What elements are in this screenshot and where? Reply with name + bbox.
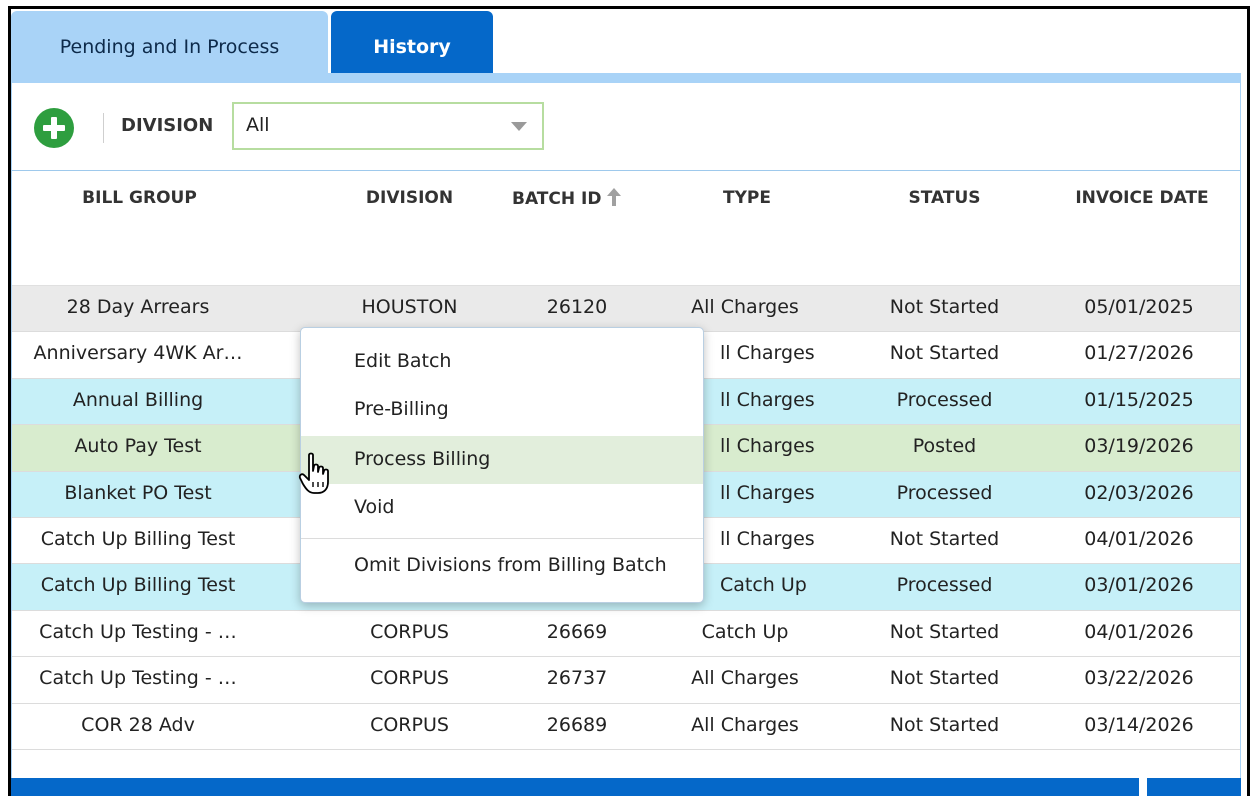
- column-header-status[interactable]: STATUS: [897, 188, 992, 208]
- cell-bill-group: 28 Day Arrears: [66, 296, 210, 318]
- cell-batch-id: 26689: [546, 713, 608, 736]
- menu-divider: [301, 538, 703, 539]
- division-select[interactable]: All: [232, 102, 544, 150]
- cell-batch-id: 26669: [546, 620, 608, 643]
- plus-circle-icon: [34, 108, 74, 148]
- cell-invoice-date: 02/03/2026: [1084, 481, 1194, 504]
- sort-ascending-icon: [607, 188, 622, 211]
- context-menu: Edit Batch Pre-Billing Process Billing V…: [300, 327, 704, 603]
- cell-bill-group: Catch Up Testing - …: [39, 667, 237, 690]
- cell-division: CORPUS: [370, 713, 449, 736]
- cell-type: All Charges: [691, 296, 799, 318]
- cell-division: HOUSTON: [361, 296, 458, 318]
- cell-bill-group: Auto Pay Test: [74, 435, 202, 458]
- cell-invoice-date: 03/19/2026: [1084, 435, 1194, 458]
- cell-bill-group: Annual Billing: [72, 388, 204, 411]
- cell-status: Not Started: [889, 620, 1000, 643]
- cell-invoice-date: 04/01/2026: [1084, 527, 1194, 550]
- tab-underline: [11, 73, 1241, 83]
- cell-invoice-date: 01/27/2026: [1084, 342, 1194, 365]
- cell-status: Posted: [912, 435, 977, 458]
- table-row[interactable]: Catch Up Testing - … CORPUS 26669 Catch Up N…: [12, 610, 1240, 658]
- add-batch-button[interactable]: [34, 108, 74, 148]
- menu-item-label: Process Billing: [354, 448, 491, 470]
- cell-status: Not Started: [889, 527, 1000, 550]
- menu-item-edit-batch[interactable]: Edit Batch: [301, 338, 703, 386]
- cell-invoice-date: 05/01/2025: [1084, 296, 1194, 318]
- table-header: BILL GROUP DIVISION BATCH ID TYPE STATUS…: [12, 172, 1240, 286]
- menu-item-omit-divisions[interactable]: Omit Divisions from Billing Batch: [301, 542, 703, 590]
- cell-status: Not Started: [889, 342, 1000, 365]
- cell-status: Not Started: [889, 713, 1000, 736]
- column-header-bill-group[interactable]: BILL GROUP: [77, 188, 202, 208]
- tab-label: History: [373, 36, 451, 58]
- cell-bill-group: Catch Up Billing Test: [40, 574, 236, 597]
- cell-type: Catch Up: [701, 620, 789, 643]
- footer-bar: [11, 778, 1139, 796]
- toolbar: DIVISION All: [12, 83, 1240, 171]
- menu-item-void[interactable]: Void: [301, 484, 703, 532]
- hand-pointer-icon: [298, 452, 334, 500]
- menu-item-label: Omit Divisions from Billing Batch: [354, 554, 667, 576]
- toolbar-divider: [103, 113, 104, 143]
- chevron-down-icon: [511, 122, 527, 131]
- column-header-batch-id[interactable]: BATCH ID: [512, 188, 642, 211]
- tab-label: Pending and In Process: [59, 36, 280, 58]
- cell-bill-group: Catch Up Testing - …: [39, 620, 237, 643]
- cell-invoice-date: 01/15/2025: [1084, 388, 1194, 411]
- cell-status: Processed: [896, 574, 993, 597]
- cell-type: All Charges: [691, 713, 799, 736]
- cell-status: Not Started: [889, 667, 1000, 690]
- menu-item-label: Pre-Billing: [354, 398, 449, 420]
- cell-division: CORPUS: [370, 620, 449, 643]
- table-row[interactable]: 28 Day Arrears HOUSTON 26120 All Charges Not…: [12, 286, 1240, 333]
- menu-item-label: Void: [354, 496, 395, 518]
- column-header-division[interactable]: DIVISION: [357, 188, 462, 208]
- cell-division: CORPUS: [370, 667, 449, 690]
- table-row[interactable]: Catch Up Testing - … CORPUS 26737 All Charg…: [12, 657, 1240, 704]
- cell-batch-id: 26120: [546, 296, 608, 318]
- menu-item-label: Edit Batch: [354, 350, 452, 372]
- cell-bill-group: Blanket PO Test: [64, 481, 212, 504]
- cell-batch-id: 26737: [546, 667, 608, 690]
- cell-bill-group: Catch Up Billing Test: [40, 527, 236, 550]
- cell-bill-group: COR 28 Adv: [81, 713, 195, 736]
- menu-item-process-billing[interactable]: Process Billing: [301, 436, 703, 484]
- cell-invoice-date: 03/14/2026: [1084, 713, 1194, 736]
- cell-invoice-date: 03/22/2026: [1084, 667, 1194, 690]
- cell-status: Processed: [896, 481, 993, 504]
- table-row[interactable]: COR 28 Adv CORPUS 26689 All Charges Not Star…: [12, 703, 1240, 750]
- cell-invoice-date: 04/01/2026: [1084, 620, 1194, 643]
- division-select-value: All: [246, 114, 270, 136]
- cell-bill-group: Anniversary 4WK Ar…: [33, 342, 243, 365]
- footer-bar-right: [1147, 778, 1241, 796]
- cell-invoice-date: 03/01/2026: [1084, 574, 1194, 597]
- cell-status: Processed: [896, 388, 993, 411]
- cell-type: All Charges: [691, 667, 799, 690]
- column-header-type[interactable]: TYPE: [702, 188, 792, 208]
- column-header-label: BATCH ID: [512, 189, 602, 209]
- division-label: DIVISION: [121, 115, 214, 136]
- column-header-invoice-date[interactable]: INVOICE DATE: [1072, 188, 1212, 208]
- menu-item-pre-billing[interactable]: Pre-Billing: [301, 386, 703, 434]
- cell-status: Not Started: [889, 296, 1000, 318]
